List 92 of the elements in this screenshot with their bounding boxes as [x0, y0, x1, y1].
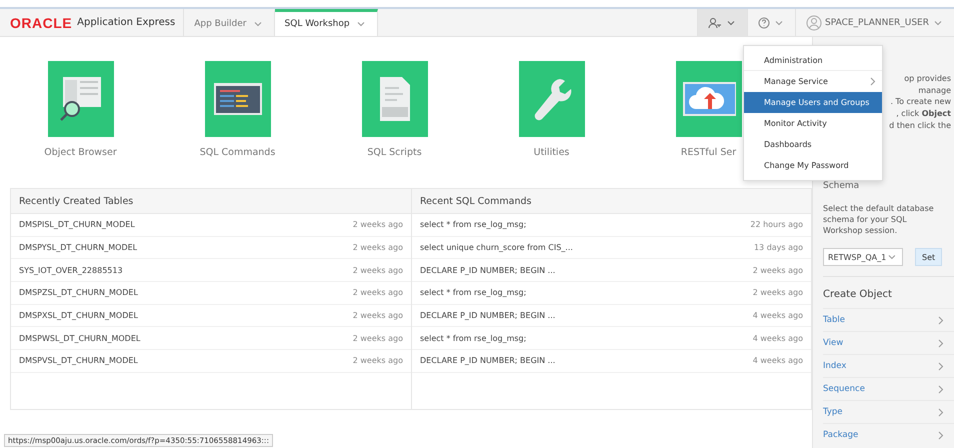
recent-row[interactable]: DMSPWSL_DT_CHURN_MODEL 2 weeks ago	[11, 327, 411, 350]
set-button[interactable]: Set	[915, 248, 942, 266]
create-object-link[interactable]: Index	[823, 354, 954, 377]
recent-row[interactable]: DECLARE P_ID NUMBER; BEGIN ... 4 weeks ago	[412, 304, 811, 328]
panel-title: Recent SQL Commands	[412, 189, 811, 214]
item-name: DECLARE P_ID NUMBER; BEGIN ...	[420, 311, 556, 320]
tile-label: Object Browser	[44, 147, 117, 158]
item-name: DMSPISL_DT_CHURN_MODEL	[19, 220, 135, 230]
item-name: DMSPVSL_DT_CHURN_MODEL	[19, 356, 138, 366]
intro-text: manage	[918, 84, 951, 96]
menu-item[interactable]: Manage Users and Groups	[744, 92, 882, 113]
recent-row[interactable]: select * from rse_log_msg; 4 weeks ago	[412, 327, 811, 350]
item-age: 2 weeks ago	[352, 288, 403, 298]
chevron-right-icon	[938, 408, 944, 416]
item-age: 2 weeks ago	[352, 356, 403, 366]
item-name: DMSPXSL_DT_CHURN_MODEL	[19, 311, 138, 320]
item-name: select unique churn_score from CIS_...	[420, 243, 573, 252]
item-age: 2 weeks ago	[352, 243, 403, 252]
app-tile[interactable]	[676, 61, 742, 137]
create-object-link[interactable]: View	[823, 331, 954, 354]
tile-label: SQL Commands	[200, 147, 276, 158]
panel-title: Recently Created Tables	[11, 189, 411, 214]
chevron-right-icon	[938, 384, 944, 394]
item-name: SYS_IOT_OVER_22885513	[19, 266, 123, 275]
item-name: DMSPWSL_DT_CHURN_MODEL	[19, 334, 140, 343]
item-age: 2 weeks ago	[352, 334, 403, 343]
chevron-right-icon	[938, 338, 944, 348]
app-tile[interactable]	[362, 61, 428, 137]
item-name: DECLARE P_ID NUMBER; BEGIN ...	[420, 356, 556, 366]
recent-row[interactable]: DMSPVSL_DT_CHURN_MODEL 2 weeks ago	[11, 350, 411, 373]
intro-text: op provides	[904, 73, 951, 85]
admin-button[interactable]	[697, 9, 748, 36]
menu-item[interactable]: Monitor Activity	[744, 113, 882, 134]
tile-label: RESTful Ser	[680, 147, 736, 158]
recent-row[interactable]: DMSPZSL_DT_CHURN_MODEL 2 weeks ago	[11, 282, 411, 305]
item-age: 2 weeks ago	[352, 220, 403, 230]
cloud-upload-icon	[682, 79, 736, 119]
user-menu-button[interactable]: SPACE_PLANNER_USER	[795, 9, 954, 36]
item-age: 2 weeks ago	[752, 266, 803, 275]
item-name: select * from rse_log_msg;	[420, 220, 526, 230]
document-icon	[378, 75, 412, 123]
recent-row[interactable]: select * from rse_log_msg; 2 weeks ago	[412, 282, 811, 305]
recent-row[interactable]: select unique churn_score from CIS_... 13 days ago	[412, 236, 811, 260]
create-object-title: Create Object	[823, 276, 954, 308]
app-tile[interactable]	[48, 61, 114, 137]
product-name: Application Express	[77, 17, 176, 28]
item-name: select * from rse_log_msg;	[420, 334, 526, 343]
chevron-right-icon	[938, 362, 944, 370]
help-icon	[758, 16, 770, 28]
item-name: select * from rse_log_msg;	[420, 288, 526, 298]
item-name: DECLARE P_ID NUMBER; BEGIN ...	[420, 266, 556, 275]
menu-item[interactable]: Manage Service	[744, 71, 882, 92]
app-tile[interactable]	[204, 61, 270, 137]
tile-label: SQL Scripts	[367, 147, 422, 158]
item-name: DMSPYSL_DT_CHURN_MODEL	[19, 243, 138, 252]
recent-row[interactable]: DECLARE P_ID NUMBER; BEGIN ... 4 weeks ago	[412, 350, 811, 373]
schema-title: Schema	[823, 181, 860, 191]
menu-item[interactable]: Dashboards	[744, 134, 882, 155]
chevron-right-icon	[938, 430, 944, 440]
user-avatar-icon	[806, 14, 822, 30]
intro-text: . To create new	[890, 96, 951, 108]
item-age: 4 weeks ago	[752, 334, 803, 343]
item-name: DMSPZSL_DT_CHURN_MODEL	[19, 288, 138, 298]
item-age: 4 weeks ago	[752, 311, 803, 320]
item-age: 2 weeks ago	[352, 266, 403, 275]
menu-item[interactable]: Change My Password	[744, 155, 882, 176]
recent-row[interactable]: SYS_IOT_OVER_22885513 2 weeks ago	[11, 259, 411, 282]
create-object-link[interactable]: Type	[823, 400, 954, 423]
recent-row[interactable]: DMSPXSL_DT_CHURN_MODEL 2 weeks ago	[11, 304, 411, 328]
intro-text: , click Object	[896, 108, 951, 120]
item-age: 2 weeks ago	[352, 311, 403, 320]
brand-logo: ORACLE	[10, 14, 72, 30]
create-object-link[interactable]: Table	[823, 308, 954, 331]
menu-item[interactable]: Administration	[744, 50, 882, 71]
create-object-link[interactable]: Package	[823, 423, 954, 446]
item-age: 2 weeks ago	[752, 288, 803, 298]
recent-row[interactable]: DMSPYSL_DT_CHURN_MODEL 2 weeks ago	[11, 236, 411, 260]
recent-row[interactable]: select * from rse_log_msg; 22 hours ago	[412, 214, 811, 237]
schema-text: Select the default database schema for your SQL Workshop session.	[823, 203, 935, 236]
user-key-icon	[708, 16, 722, 28]
item-age: 13 days ago	[754, 243, 803, 252]
create-object-link[interactable]: Sequence	[823, 377, 954, 400]
item-age: 4 weeks ago	[752, 356, 803, 366]
item-age: 22 hours ago	[750, 220, 803, 230]
recent-row[interactable]: DMSPISL_DT_CHURN_MODEL 2 weeks ago	[11, 214, 411, 237]
schema-select[interactable]: RETWSP_QA_1	[823, 248, 903, 266]
chevron-right-icon	[938, 316, 944, 324]
recent-row[interactable]: DECLARE P_ID NUMBER; BEGIN ... 2 weeks ago	[412, 259, 811, 282]
nav-tab[interactable]: SQL Workshop	[274, 9, 378, 36]
app-tile[interactable]	[518, 61, 584, 137]
tile-label: Utilities	[534, 147, 570, 158]
intro-text: d then click the	[889, 120, 951, 132]
